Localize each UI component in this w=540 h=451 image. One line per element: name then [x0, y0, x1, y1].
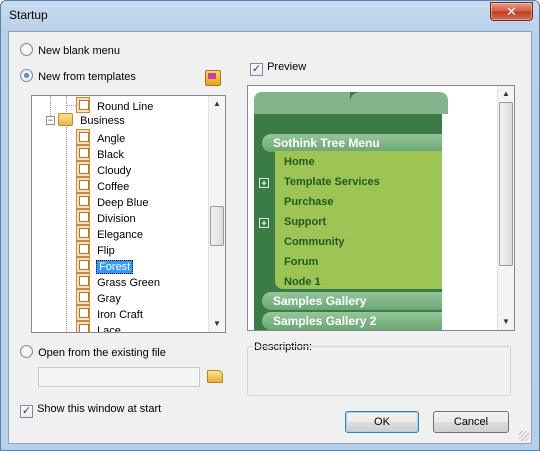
scroll-up-icon[interactable]: ▲	[498, 86, 514, 102]
tree-item[interactable]: Grass Green	[76, 273, 160, 289]
scrollbar-thumb[interactable]	[499, 102, 513, 266]
open-existing-label: Open from the existing file	[38, 347, 166, 359]
template-icon	[76, 193, 90, 209]
template-icon	[76, 209, 90, 225]
preview-panel: Sothink Tree Menu Home + Template Servic…	[247, 85, 515, 331]
open-existing-option[interactable]: Open from the existing file	[20, 345, 166, 359]
expand-icon: +	[259, 178, 269, 188]
open-folder-icon[interactable]	[207, 370, 223, 383]
tree-item[interactable]: Coffee	[76, 177, 129, 193]
tree-item-label: Lace	[97, 325, 121, 333]
tree-item[interactable]: Cloudy	[76, 161, 131, 177]
template-icon	[76, 177, 90, 193]
new-blank-label: New blank menu	[38, 45, 120, 57]
description-box	[247, 346, 511, 396]
file-path-input[interactable]	[38, 367, 200, 387]
menu-item: Community	[284, 236, 345, 248]
open-existing-radio[interactable]	[20, 345, 33, 358]
tree-item[interactable]: Lace	[76, 321, 121, 333]
show-at-start-checkbox[interactable]: ✓	[20, 405, 33, 418]
preview-scrollbar[interactable]: ▲ ▼	[497, 86, 514, 330]
scrollbar-thumb[interactable]	[210, 206, 224, 246]
template-icon	[76, 305, 90, 321]
preview-option[interactable]: ✓ Preview	[250, 61, 306, 76]
tree-item-label: Angle	[97, 133, 126, 145]
template-icon	[76, 97, 90, 113]
template-icon	[76, 161, 90, 177]
tree-item-selected[interactable]: Forest	[76, 257, 134, 274]
template-tree[interactable]: Round Line − Business Angle Black Cloudy	[31, 95, 226, 333]
resize-grip[interactable]	[519, 431, 529, 441]
tree-folder[interactable]: Business	[58, 113, 125, 129]
tree-item-label: Black	[97, 149, 124, 161]
tree-item-label: Business	[80, 115, 125, 127]
expand-icon: +	[259, 218, 269, 228]
menu-item: Home	[284, 156, 315, 168]
tree-item[interactable]: Elegance	[76, 225, 143, 241]
template-icon	[76, 145, 90, 161]
dialog-body: New blank menu New from templates ✓ Prev…	[8, 31, 532, 444]
new-from-templates-label: New from templates	[38, 71, 136, 83]
new-from-templates-radio[interactable]	[20, 69, 33, 82]
tree-item[interactable]: Flip	[76, 241, 115, 257]
title-bar: Startup ✕	[1, 1, 539, 31]
tree-item-label: Round Line	[97, 101, 154, 113]
scroll-down-icon[interactable]: ▼	[209, 316, 225, 332]
template-icon	[76, 321, 90, 332]
tree-item-label: Grass Green	[97, 277, 161, 289]
tree-item[interactable]: Deep Blue	[76, 193, 148, 209]
new-blank-option[interactable]: New blank menu	[20, 43, 120, 57]
tree-item-label: Division	[97, 213, 136, 225]
tree-item-label: Flip	[97, 245, 115, 257]
tree-item[interactable]: Iron Craft	[76, 305, 143, 321]
template-icon	[76, 273, 90, 289]
tree-item-label: Forest	[96, 260, 134, 274]
tree-connector	[66, 96, 67, 332]
tree-item[interactable]: Black	[76, 145, 124, 161]
tree-item-label: Gray	[97, 293, 121, 305]
show-at-start-option[interactable]: ✓ Show this window at start	[20, 403, 161, 418]
startup-dialog: Startup ✕ New blank menu New from templa…	[0, 0, 540, 451]
folder-icon	[58, 113, 73, 126]
menu-item: Purchase	[284, 196, 334, 208]
scroll-up-icon[interactable]: ▲	[209, 96, 225, 112]
collapse-icon[interactable]: −	[46, 116, 55, 125]
template-icon	[76, 225, 90, 241]
tree-item-label: Elegance	[97, 229, 143, 241]
tree-item-label: Iron Craft	[97, 309, 143, 321]
template-icon	[76, 241, 90, 257]
ok-button[interactable]: OK	[345, 411, 419, 433]
tree-scrollbar[interactable]: ▲ ▼	[208, 96, 225, 332]
new-from-templates-option[interactable]: New from templates	[20, 69, 136, 83]
menu-tab	[254, 92, 350, 114]
preview-checkbox[interactable]: ✓	[250, 63, 263, 76]
tree-item-label: Cloudy	[97, 165, 132, 177]
tree-item[interactable]: Gray	[76, 289, 121, 305]
menu-item: Support	[284, 216, 327, 228]
menu-footer-item: Samples Gallery	[262, 292, 442, 310]
template-manager-icon[interactable]	[205, 70, 221, 86]
tree-item[interactable]: Angle	[76, 129, 125, 145]
tree-item[interactable]: Division	[76, 209, 136, 225]
close-button[interactable]: ✕	[490, 2, 533, 21]
template-icon	[76, 257, 90, 273]
cancel-button[interactable]: Cancel	[433, 411, 509, 433]
new-blank-radio[interactable]	[20, 43, 33, 56]
window-title: Startup	[9, 8, 48, 22]
menu-item: Node 1	[284, 276, 321, 288]
template-icon	[76, 129, 90, 145]
tree-item[interactable]: Round Line	[76, 97, 153, 113]
menu-footer-item: Samples Gallery 2	[262, 312, 442, 330]
menu-tab	[350, 92, 448, 114]
preview-label: Preview	[267, 61, 307, 73]
template-icon	[76, 289, 90, 305]
show-at-start-label: Show this window at start	[37, 403, 162, 415]
tree-item-label: Deep Blue	[97, 197, 149, 209]
tree-item-label: Coffee	[97, 181, 130, 193]
menu-item: Forum	[284, 256, 319, 268]
menu-header: Sothink Tree Menu	[262, 134, 442, 152]
menu-item: Template Services	[284, 176, 380, 188]
scroll-down-icon[interactable]: ▼	[498, 314, 514, 330]
